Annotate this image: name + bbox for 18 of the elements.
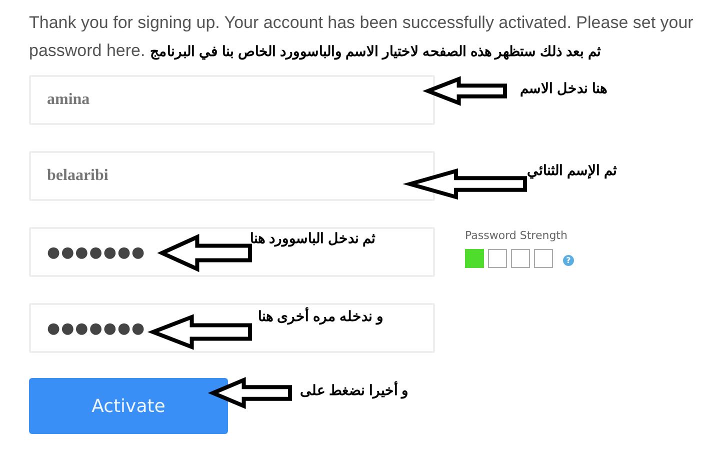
arrow-icon bbox=[157, 234, 252, 272]
arrow-icon bbox=[422, 76, 507, 106]
annotation-text: ثم بعد ذلك ستظهر هذه الصفحه لاختيار الاسم والباسوورد الخاص بنا في البرنامج bbox=[150, 42, 601, 62]
arrow-icon bbox=[147, 314, 252, 350]
input-field[interactable]: amina bbox=[29, 75, 435, 125]
annotation-text: هنا ندخل الاسم bbox=[520, 80, 607, 96]
annotation-text: ثم ندخل الباسوورد هنا bbox=[250, 230, 376, 246]
strength-label: Password Strength bbox=[465, 229, 568, 242]
arrow-icon bbox=[208, 376, 292, 410]
intro-text: password here. bbox=[29, 40, 146, 62]
activate-button[interactable]: Activate bbox=[29, 378, 228, 434]
annotation-text: و أخيرا نضغط على bbox=[300, 382, 409, 398]
annotation-text: و ندخله مره أخرى هنا bbox=[258, 308, 384, 324]
help-icon[interactable]: ? bbox=[563, 255, 574, 266]
intro-text: Thank you for signing up. Your account has been successfully activated. Please set your bbox=[29, 12, 694, 34]
annotation-text: ثم الإسم الثنائي bbox=[527, 162, 617, 178]
input-field[interactable]: belaaribi bbox=[29, 151, 435, 201]
arrow-icon bbox=[402, 168, 527, 200]
